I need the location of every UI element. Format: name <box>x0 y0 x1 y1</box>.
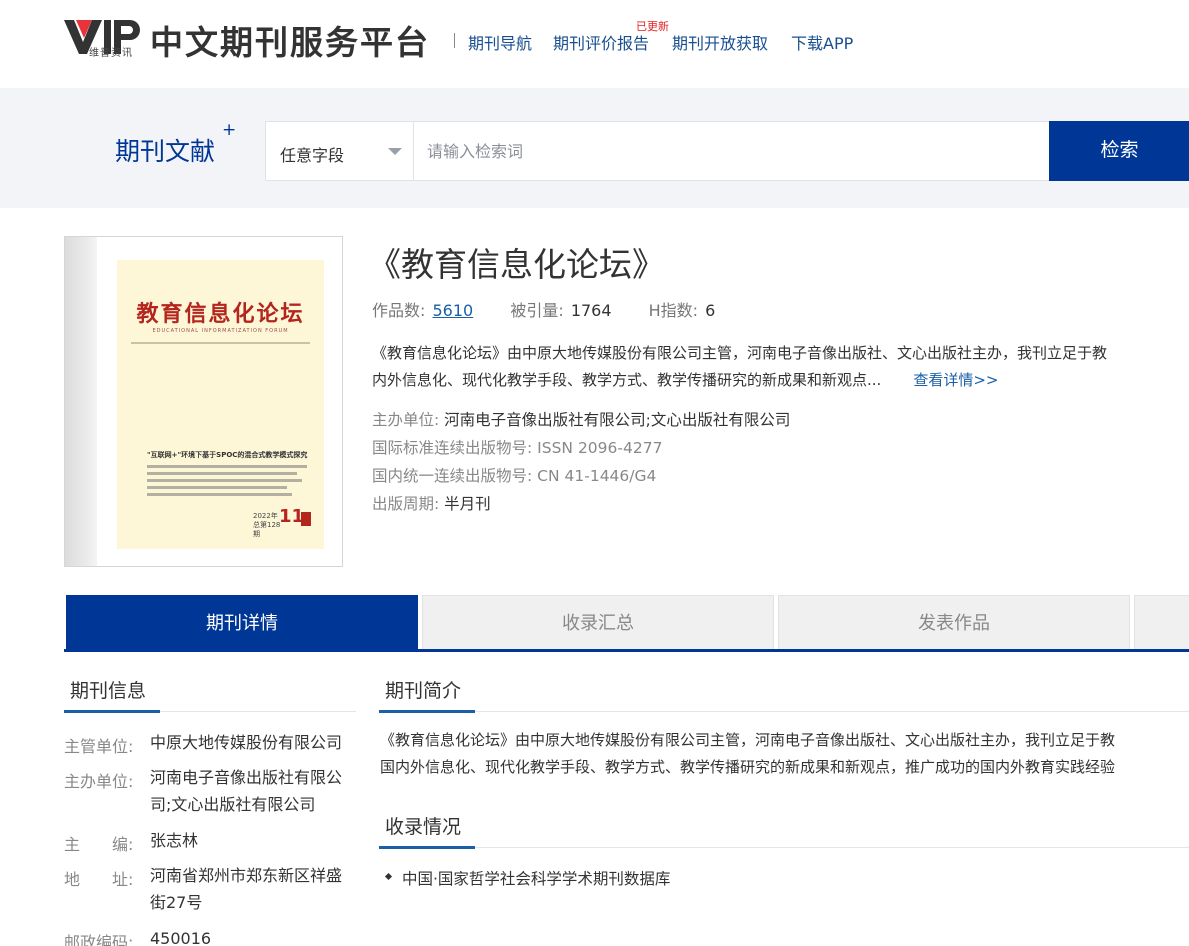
search-band: 期刊文献 + 任意字段 检索 <box>0 88 1189 208</box>
journal-cover: 教育信息化论坛 EDUCATIONAL INFORMATIZATION FORU… <box>64 236 343 567</box>
nav-open-access[interactable]: 期刊开放获取 <box>672 30 768 54</box>
kv-value: 中原大地传媒股份有限公司 <box>150 733 343 752</box>
journal-title: 《教育信息化论坛》 <box>368 245 665 284</box>
cover-spine <box>65 237 97 566</box>
cover-red-block <box>301 512 311 526</box>
updated-badge: 已更新 <box>636 20 669 33</box>
cover-image: 教育信息化论坛 EDUCATIONAL INFORMATIZATION FORU… <box>117 260 324 549</box>
kv-label: 主管单位: <box>64 737 134 756</box>
journal-info-title: 期刊信息 <box>70 680 147 702</box>
cover-toc-line <box>147 472 297 475</box>
cover-toc-line <box>147 486 287 489</box>
section-rule <box>475 847 1189 848</box>
intro-line: 国内外信息化、现代化教学手段、教学方式、教学传播研究的新成果和新观点，推广成功的… <box>380 758 1116 776</box>
cited-label: 被引量: <box>510 301 564 320</box>
index-status-title: 收录情况 <box>385 816 462 838</box>
info-cn: 国内统一连续出版物号: CN 41-1446/G4 <box>372 464 656 486</box>
logo-subtitle: 维普资讯 <box>89 48 133 59</box>
more-details-link[interactable]: 查看详情>> <box>913 371 998 389</box>
info-value: ISSN 2096-4277 <box>537 439 663 457</box>
section-rule <box>475 711 1189 712</box>
nav-download-app[interactable]: 下载APP <box>791 30 853 54</box>
plus-icon[interactable]: + <box>222 120 236 140</box>
journal-intro-title: 期刊简介 <box>385 680 462 702</box>
nav-divider <box>454 33 455 48</box>
info-sponsor: 主办单位: 河南电子音像出版社有限公司;文心出版社有限公司 <box>372 408 790 430</box>
journal-stats: 作品数: 5610 被引量: 1764 H指数: 6 <box>372 297 715 321</box>
kv-value: 张志林 <box>150 831 199 850</box>
top-header: 维普资讯 中文期刊服务平台 期刊导航 期刊评价报告 已更新 期刊开放获取 下载A… <box>0 0 1189 88</box>
h-index-label: H指数: <box>648 301 699 320</box>
kv-value: 河南电子音像出版社有限公司;文心出版社有限公司 <box>150 768 343 814</box>
info-frequency: 出版周期: 半月刊 <box>372 492 491 514</box>
kv-label: 地 址: <box>64 870 134 889</box>
section-underline <box>379 710 475 713</box>
journal-description: 《教育信息化论坛》由中原大地传媒股份有限公司主管，河南电子音像出版社、文心出版社… <box>372 340 1189 394</box>
info-label: 主办单位: <box>372 411 440 429</box>
description-line: 《教育信息化论坛》由中原大地传媒股份有限公司主管，河南电子音像出版社、文心出版社… <box>372 344 1108 362</box>
info-label: 国内统一连续出版物号: <box>372 467 533 485</box>
kv-label: 主 编: <box>64 835 134 854</box>
cover-toc-line <box>147 493 292 496</box>
platform-title[interactable]: 中文期刊服务平台 <box>150 16 430 64</box>
chevron-down-icon <box>388 148 402 155</box>
cover-divider <box>131 342 310 344</box>
kv-value: 450016 <box>150 929 212 946</box>
search-button[interactable]: 检索 <box>1049 121 1189 181</box>
bullet-icon <box>384 872 393 881</box>
search-category-label[interactable]: 期刊文献 <box>115 132 215 168</box>
intro-line: 《教育信息化论坛》由中原大地传媒股份有限公司主管，河南电子音像出版社、文心出版社… <box>380 731 1116 749</box>
section-rule <box>160 711 356 712</box>
cover-toc-line <box>147 465 307 468</box>
info-issn: 国际标准连续出版物号: ISSN 2096-4277 <box>372 436 662 458</box>
info-label: 出版周期: <box>372 495 440 513</box>
cover-toc-line <box>147 479 302 482</box>
works-label: 作品数: <box>372 301 426 320</box>
nav-evaluation-report[interactable]: 期刊评价报告 <box>553 30 649 54</box>
field-select-value: 任意字段 <box>280 146 345 165</box>
nav-journal-guide[interactable]: 期刊导航 <box>468 30 532 54</box>
tab-index-summary[interactable]: 收录汇总 <box>422 595 774 650</box>
works-count-link[interactable]: 5610 <box>433 301 474 320</box>
index-database-item: 中国·国家哲学社会科学学术期刊数据库 <box>402 870 671 888</box>
search-box: 任意字段 检索 <box>265 121 1189 181</box>
info-value: 河南电子音像出版社有限公司;文心出版社有限公司 <box>444 411 791 429</box>
kv-value: 河南省郑州市郑东新区祥盛街27号 <box>150 866 343 912</box>
description-line: 内外信息化、现代化教学手段、教学方式、教学传播研究的新成果和新观点... <box>372 371 882 389</box>
info-label: 国际标准连续出版物号: <box>372 439 533 457</box>
cover-headline: "互联网+"环境下基于SPOC的混合式教学模式探究 <box>147 451 308 459</box>
kv-label: 邮政编码: <box>64 933 134 946</box>
tab-published-works[interactable]: 发表作品 <box>778 595 1130 650</box>
search-input[interactable] <box>415 122 1045 180</box>
cover-english-title: EDUCATIONAL INFORMATIZATION FORUM <box>152 328 289 334</box>
field-select[interactable]: 任意字段 <box>266 122 414 180</box>
cover-title: 教育信息化论坛 <box>136 301 305 327</box>
info-value: 半月刊 <box>444 495 491 513</box>
tab-journal-details[interactable]: 期刊详情 <box>66 595 418 650</box>
section-underline <box>64 710 160 713</box>
tab-underline <box>64 649 1189 652</box>
cited-value: 1764 <box>570 301 612 320</box>
info-value: CN 41-1446/G4 <box>537 467 657 485</box>
h-index-value: 6 <box>705 301 716 320</box>
journal-intro-text: 《教育信息化论坛》由中原大地传媒股份有限公司主管，河南电子音像出版社、文心出版社… <box>380 727 1189 781</box>
kv-label: 主办单位: <box>64 772 134 791</box>
tab-more[interactable] <box>1134 595 1189 650</box>
section-underline <box>379 846 475 849</box>
